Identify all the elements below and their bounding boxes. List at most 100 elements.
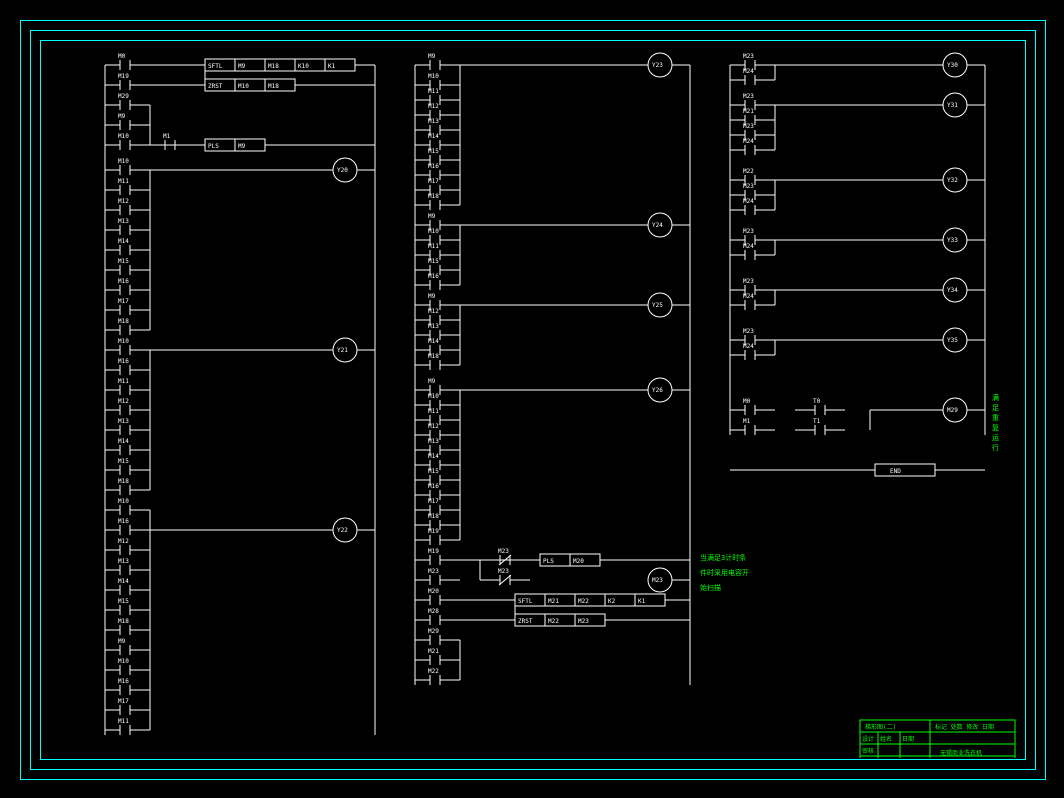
svg-text:M15: M15 (428, 148, 439, 155)
svg-text:M13: M13 (118, 218, 129, 225)
svg-text:M14: M14 (118, 578, 129, 585)
svg-text:M0: M0 (743, 398, 751, 405)
svg-text:M17: M17 (118, 698, 129, 705)
svg-text:M11: M11 (428, 243, 439, 250)
svg-text:M29: M29 (118, 93, 129, 100)
svg-text:Y34: Y34 (947, 287, 958, 294)
svg-text:M13: M13 (428, 438, 439, 445)
svg-text:M10: M10 (118, 338, 129, 345)
svg-text:M23: M23 (743, 123, 754, 130)
svg-text:设计: 设计 (862, 735, 874, 743)
svg-text:M13: M13 (118, 558, 129, 565)
svg-text:行: 行 (992, 443, 999, 452)
svg-text:M13: M13 (428, 118, 439, 125)
svg-text:无锡商业洗衣机: 无锡商业洗衣机 (940, 749, 982, 757)
svg-text:M23: M23 (743, 278, 754, 285)
svg-text:M9: M9 (428, 378, 436, 385)
svg-text:M9: M9 (428, 53, 436, 60)
svg-text:M29: M29 (947, 407, 958, 414)
svg-text:SFTL: SFTL (208, 63, 223, 70)
svg-text:M15: M15 (428, 468, 439, 475)
svg-text:姓名: 姓名 (880, 735, 892, 743)
svg-text:M10: M10 (118, 658, 129, 665)
svg-text:M12: M12 (118, 398, 129, 405)
svg-text:M17: M17 (428, 178, 439, 185)
svg-text:标记 处数 修改 日期: 标记 处数 修改 日期 (935, 723, 994, 731)
svg-text:M13: M13 (428, 323, 439, 330)
svg-text:M15: M15 (118, 258, 129, 265)
svg-text:M9: M9 (428, 293, 436, 300)
svg-text:M15: M15 (118, 458, 129, 465)
svg-text:Y20: Y20 (337, 167, 348, 174)
svg-text:M11: M11 (118, 378, 129, 385)
svg-text:K1: K1 (328, 63, 336, 70)
ladder-diagram: M0 M19 M29 M9 M10 M10 M11 M12 M13 M14 M15 M16 M17 M18… (40, 40, 1024, 758)
svg-text:M18: M18 (268, 83, 279, 90)
svg-text:M1: M1 (743, 418, 751, 425)
svg-text:M16: M16 (118, 678, 129, 685)
svg-text:件时采用电容开: 件时采用电容开 (700, 568, 749, 577)
svg-text:M17: M17 (118, 298, 129, 305)
svg-text:M24: M24 (743, 243, 754, 250)
svg-text:END: END (890, 468, 901, 475)
svg-text:Y31: Y31 (947, 102, 958, 109)
svg-text:M9: M9 (428, 213, 436, 220)
svg-text:M0: M0 (118, 53, 126, 60)
svg-text:PLS: PLS (543, 558, 554, 565)
svg-text:当满足3计时条: 当满足3计时条 (700, 553, 746, 562)
svg-text:M18: M18 (428, 513, 439, 520)
svg-text:M16: M16 (428, 273, 439, 280)
svg-text:Y24: Y24 (652, 222, 663, 229)
svg-text:Y33: Y33 (947, 237, 958, 244)
svg-text:M22: M22 (578, 598, 589, 605)
svg-text:M10: M10 (428, 73, 439, 80)
svg-text:足: 足 (992, 404, 999, 412)
svg-text:M18: M18 (118, 618, 129, 625)
svg-text:M14: M14 (118, 438, 129, 445)
svg-text:ZRST: ZRST (518, 618, 533, 625)
svg-text:M23: M23 (743, 53, 754, 60)
svg-text:M1: M1 (163, 133, 171, 140)
svg-text:M10: M10 (118, 498, 129, 505)
svg-text:M16: M16 (118, 278, 129, 285)
svg-text:M23: M23 (428, 568, 439, 575)
svg-text:M10: M10 (118, 133, 129, 140)
svg-text:M13: M13 (118, 418, 129, 425)
svg-text:M21: M21 (548, 598, 559, 605)
svg-text:M10: M10 (428, 228, 439, 235)
svg-text:M24: M24 (743, 343, 754, 350)
svg-text:M23: M23 (743, 183, 754, 190)
svg-text:日期: 日期 (902, 735, 914, 743)
svg-text:M9: M9 (118, 638, 126, 645)
svg-text:M21: M21 (428, 648, 439, 655)
svg-text:M24: M24 (743, 68, 754, 75)
svg-text:M24: M24 (743, 293, 754, 300)
svg-text:M12: M12 (428, 308, 439, 315)
svg-text:T1: T1 (813, 418, 821, 425)
svg-text:Y25: Y25 (652, 302, 663, 309)
svg-text:Y21: Y21 (337, 347, 348, 354)
svg-text:M15: M15 (428, 258, 439, 265)
svg-text:M18: M18 (428, 353, 439, 360)
svg-text:M10: M10 (428, 393, 439, 400)
svg-text:M16: M16 (428, 483, 439, 490)
svg-text:K2: K2 (608, 598, 616, 605)
svg-text:M22: M22 (743, 168, 754, 175)
svg-text:M12: M12 (118, 198, 129, 205)
svg-text:Y32: Y32 (947, 177, 958, 184)
svg-text:M23: M23 (652, 577, 663, 584)
svg-text:ZRST: ZRST (208, 83, 223, 90)
svg-text:M9: M9 (238, 143, 246, 150)
svg-text:审核: 审核 (862, 747, 874, 755)
svg-text:M23: M23 (498, 568, 509, 575)
svg-text:重: 重 (992, 414, 999, 422)
svg-text:PLS: PLS (208, 143, 219, 150)
svg-text:M14: M14 (428, 453, 439, 460)
svg-text:M9: M9 (118, 113, 126, 120)
svg-text:K10: K10 (298, 63, 309, 70)
svg-text:M18: M18 (118, 318, 129, 325)
svg-text:M12: M12 (428, 423, 439, 430)
svg-text:M16: M16 (118, 358, 129, 365)
svg-text:M19: M19 (428, 528, 439, 535)
svg-text:Y30: Y30 (947, 62, 958, 69)
